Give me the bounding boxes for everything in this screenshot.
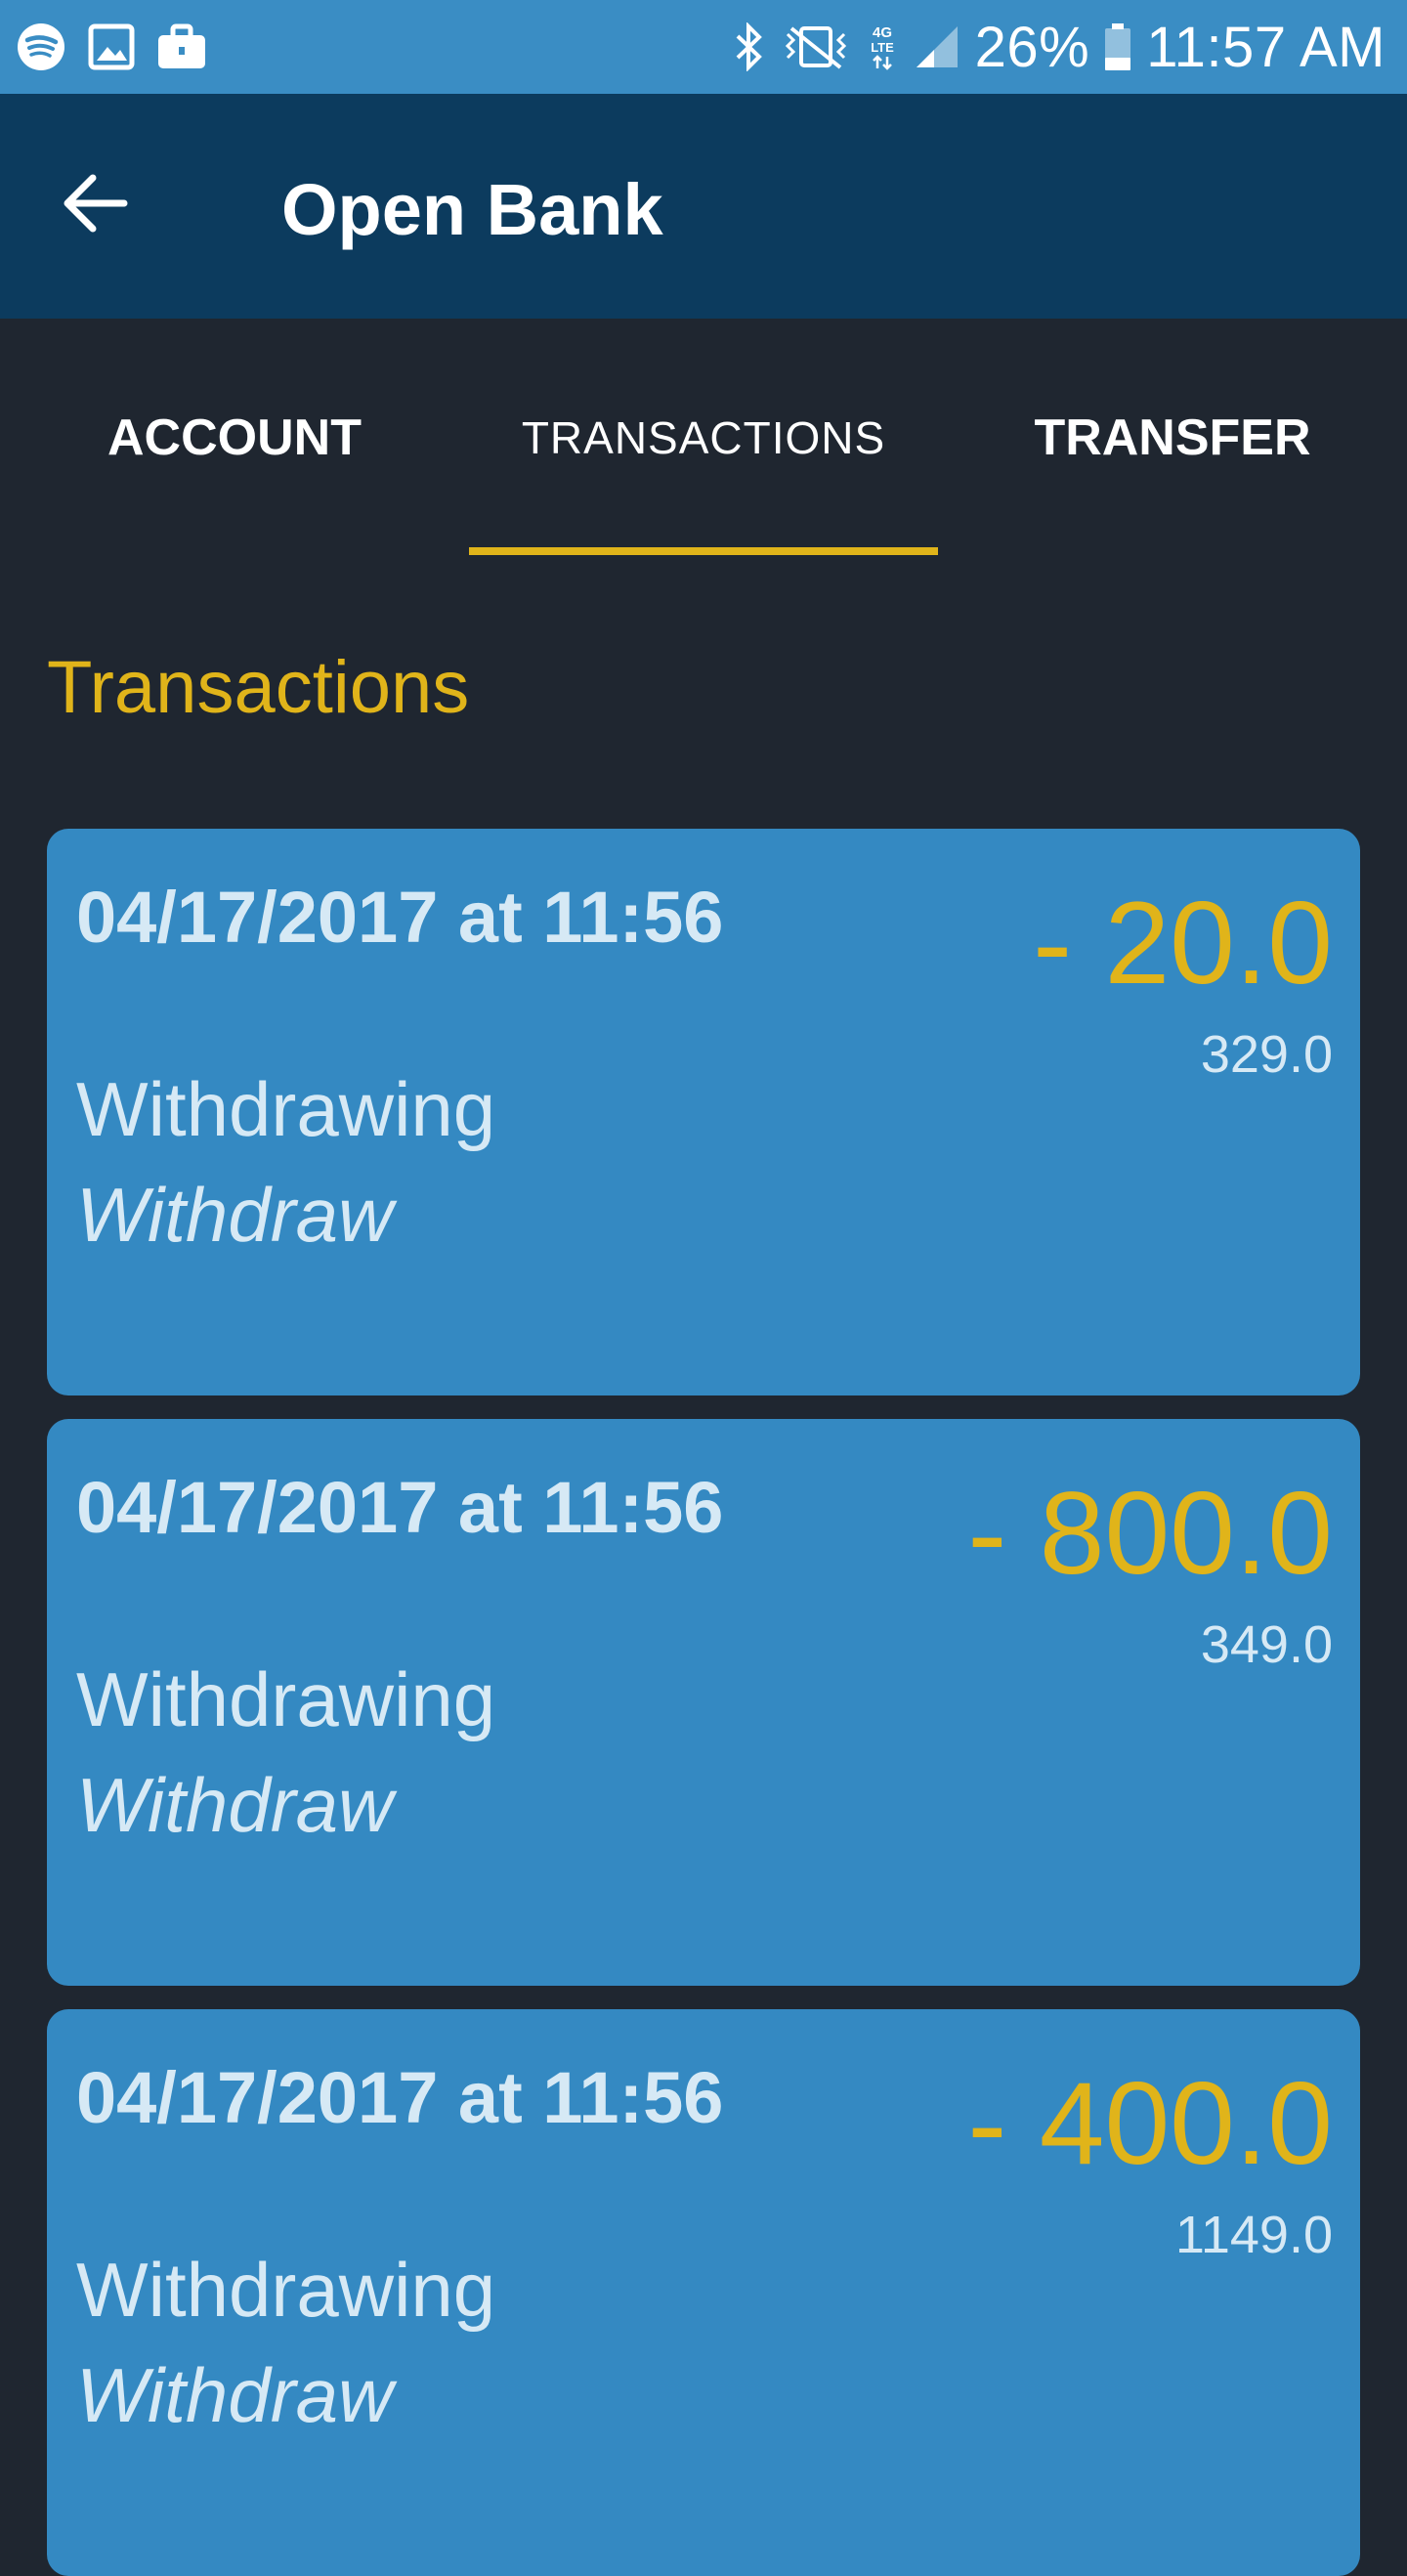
svg-text:LTE: LTE — [871, 40, 894, 55]
status-bar: 4G LTE 26% 11:57 AM — [0, 0, 1407, 94]
app-bar: Open Bank — [0, 94, 1407, 319]
transaction-type: Withdraw — [76, 1172, 394, 1258]
app-title: Open Bank — [281, 169, 663, 250]
bluetooth-icon — [733, 20, 766, 74]
transaction-balance: 329.0 — [1200, 1025, 1333, 1084]
spotify-icon — [14, 20, 68, 74]
transaction-card[interactable]: 04/17/2017 at 11:56 Withdrawing Withdraw… — [47, 2009, 1360, 2576]
briefcase-icon — [154, 20, 209, 74]
transaction-description: Withdrawing — [76, 2247, 496, 2333]
transaction-amount: - 800.0 — [967, 1468, 1333, 1599]
arrow-left-icon — [64, 174, 128, 233]
back-button[interactable] — [55, 164, 133, 242]
gallery-icon — [84, 20, 139, 74]
signal-icon — [913, 20, 961, 74]
transaction-balance: 349.0 — [1200, 1615, 1333, 1674]
transaction-type: Withdraw — [76, 1762, 394, 1848]
tab-transfer[interactable]: TRANSFER — [938, 319, 1407, 557]
vibrate-icon — [780, 20, 852, 74]
tab-transactions[interactable]: TRANSACTIONS — [469, 319, 938, 557]
transaction-description: Withdrawing — [76, 1656, 496, 1742]
tab-bar: ACCOUNT TRANSACTIONS TRANSFER — [0, 319, 1407, 557]
section-title: Transactions — [47, 646, 470, 729]
clock: 11:57 AM — [1146, 15, 1386, 79]
tab-account[interactable]: ACCOUNT — [0, 319, 469, 557]
transaction-balance: 1149.0 — [1174, 2206, 1333, 2264]
transaction-type: Withdraw — [76, 2352, 394, 2438]
transaction-date: 04/17/2017 at 11:56 — [76, 1467, 724, 1548]
transaction-amount: - 20.0 — [1033, 878, 1333, 1009]
transaction-card[interactable]: 04/17/2017 at 11:56 Withdrawing Withdraw… — [47, 829, 1360, 1395]
active-tab-indicator — [469, 547, 938, 555]
battery-percent: 26% — [974, 15, 1090, 79]
system-icons: 4G LTE 26% 11:57 AM — [719, 15, 1386, 80]
transaction-date: 04/17/2017 at 11:56 — [76, 877, 724, 958]
battery-icon — [1103, 20, 1132, 74]
transaction-card[interactable]: 04/17/2017 at 11:56 Withdrawing Withdraw… — [47, 1419, 1360, 1986]
lte-icon: 4G LTE — [866, 20, 899, 74]
svg-text:4G: 4G — [873, 24, 892, 41]
transaction-date: 04/17/2017 at 11:56 — [76, 2057, 724, 2138]
transaction-description: Withdrawing — [76, 1066, 496, 1152]
notification-icons — [14, 20, 225, 74]
transaction-amount: - 400.0 — [967, 2058, 1333, 2189]
